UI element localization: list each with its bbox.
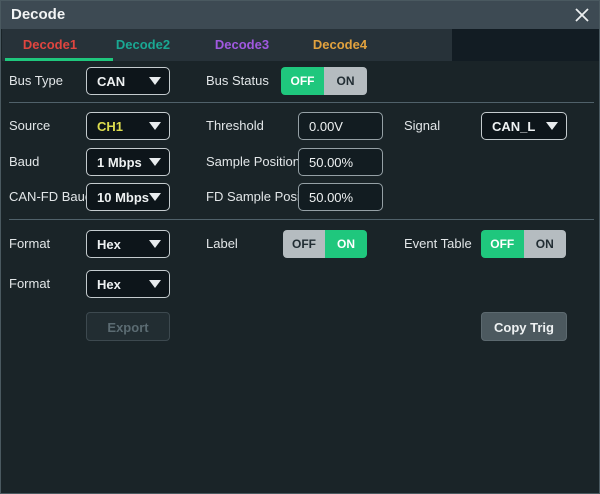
source-dropdown[interactable]: CH1 [86,112,170,140]
source-value: CH1 [97,119,149,134]
tab-decode2[interactable]: Decode2 [95,29,191,61]
signal-value: CAN_L [492,119,546,134]
fd-sample-position-value: 50.00% [309,190,353,205]
bus-status-on-button[interactable]: ON [324,67,367,95]
threshold-label: Threshold [206,112,264,140]
threshold-value: 0.00V [309,119,343,134]
tab-decode4[interactable]: Decode4 [292,29,388,61]
chevron-down-icon [149,280,161,288]
format-value: Hex [97,237,149,252]
format-label: Format [9,230,50,258]
label-off-button[interactable]: OFF [283,230,325,258]
baud-label: Baud [9,148,39,176]
bus-status-label: Bus Status [206,67,269,95]
tab-strip-right-filler [452,29,600,61]
tab-decode3[interactable]: Decode3 [194,29,290,61]
baud-value: 1 Mbps [97,155,149,170]
canfd-baud-dropdown[interactable]: 10 Mbps [86,183,170,211]
chevron-down-icon [149,240,161,248]
source-label: Source [9,112,50,140]
export-button[interactable]: Export [86,312,170,341]
label-toggle-label: Label [206,230,238,258]
bus-type-value: CAN [97,74,149,89]
baud-dropdown[interactable]: 1 Mbps [86,148,170,176]
divider [9,102,594,103]
chevron-down-icon [149,158,161,166]
bus-status-toggle: OFF ON [281,67,367,95]
sample-position-label: Sample Position [206,148,300,176]
canfd-baud-label: CAN-FD Baud [9,183,92,211]
copy-trig-button[interactable]: Copy Trig [481,312,567,341]
label-toggle: OFF ON [283,230,367,258]
event-table-off-button[interactable]: OFF [481,230,524,258]
fd-sample-position-input[interactable]: 50.00% [298,183,383,211]
chevron-down-icon [149,193,161,201]
divider [9,219,594,220]
bus-type-dropdown[interactable]: CAN [86,67,170,95]
sample-position-value: 50.00% [309,155,353,170]
event-table-label: Event Table [404,230,472,258]
title-bar: Decode [1,1,600,29]
format2-label: Format [9,270,50,298]
decode-dialog: Decode Decode1 Decode2 Decode3 Decode4 B… [0,0,600,494]
bus-type-label: Bus Type [9,67,63,95]
signal-dropdown[interactable]: CAN_L [481,112,567,140]
threshold-input[interactable]: 0.00V [298,112,383,140]
canfd-baud-value: 10 Mbps [97,190,149,205]
sample-position-input[interactable]: 50.00% [298,148,383,176]
format2-value: Hex [97,277,149,292]
bus-status-off-button[interactable]: OFF [281,67,324,95]
dialog-title: Decode [11,1,65,29]
signal-label: Signal [404,112,440,140]
label-on-button[interactable]: ON [325,230,367,258]
event-table-on-button[interactable]: ON [524,230,567,258]
format-dropdown[interactable]: Hex [86,230,170,258]
format2-dropdown[interactable]: Hex [86,270,170,298]
active-tab-indicator [5,58,113,61]
tab-decode1[interactable]: Decode1 [2,29,98,61]
event-table-toggle: OFF ON [481,230,566,258]
chevron-down-icon [149,77,161,85]
close-icon[interactable] [571,4,593,26]
chevron-down-icon [546,122,558,130]
chevron-down-icon [149,122,161,130]
